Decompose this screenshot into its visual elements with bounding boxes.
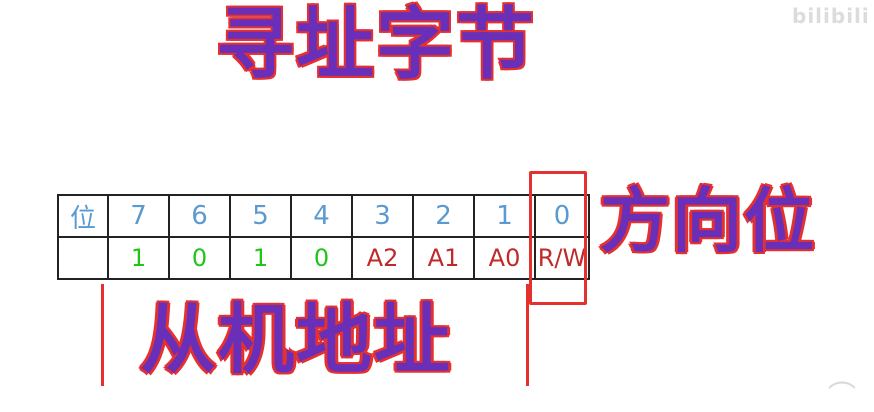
- bit-value-1: A0: [473, 236, 536, 280]
- bit-index-6: 6: [168, 194, 231, 238]
- address-bracket-right: [526, 284, 529, 386]
- bit-value-7: 1: [107, 236, 170, 280]
- corner-decoration-icon: ⌒: [827, 379, 856, 412]
- bit-value-5: 1: [229, 236, 292, 280]
- bit-index-5: 5: [229, 194, 292, 238]
- address-byte-table: 位 7 6 5 4 3 2 1 0 1 0 1 0 A2 A1 A0 R/W: [57, 194, 590, 280]
- direction-bit-label: 方向位: [600, 180, 816, 262]
- slave-address-label: 从机地址: [140, 295, 452, 384]
- address-bracket-left: [101, 284, 104, 386]
- bit-value-3: A2: [351, 236, 414, 280]
- bit-index-4: 4: [290, 194, 353, 238]
- bit-value-empty: [57, 236, 109, 280]
- watermark-logo: bilibili: [792, 4, 870, 28]
- bit-header-label: 位: [57, 194, 109, 238]
- bit-index-2: 2: [412, 194, 475, 238]
- bit-value-4: 0: [290, 236, 353, 280]
- bit-index-7: 7: [107, 194, 170, 238]
- bit-value-2: A1: [412, 236, 475, 280]
- bit-value-6: 0: [168, 236, 231, 280]
- bit-value-row: 1 0 1 0 A2 A1 A0 R/W: [57, 236, 590, 280]
- bit-index-row: 位 7 6 5 4 3 2 1 0: [57, 194, 590, 238]
- bit-index-1: 1: [473, 194, 536, 238]
- bit-index-3: 3: [351, 194, 414, 238]
- direction-bit-highlight: [529, 171, 587, 305]
- page-title: 寻址字节: [214, 0, 537, 90]
